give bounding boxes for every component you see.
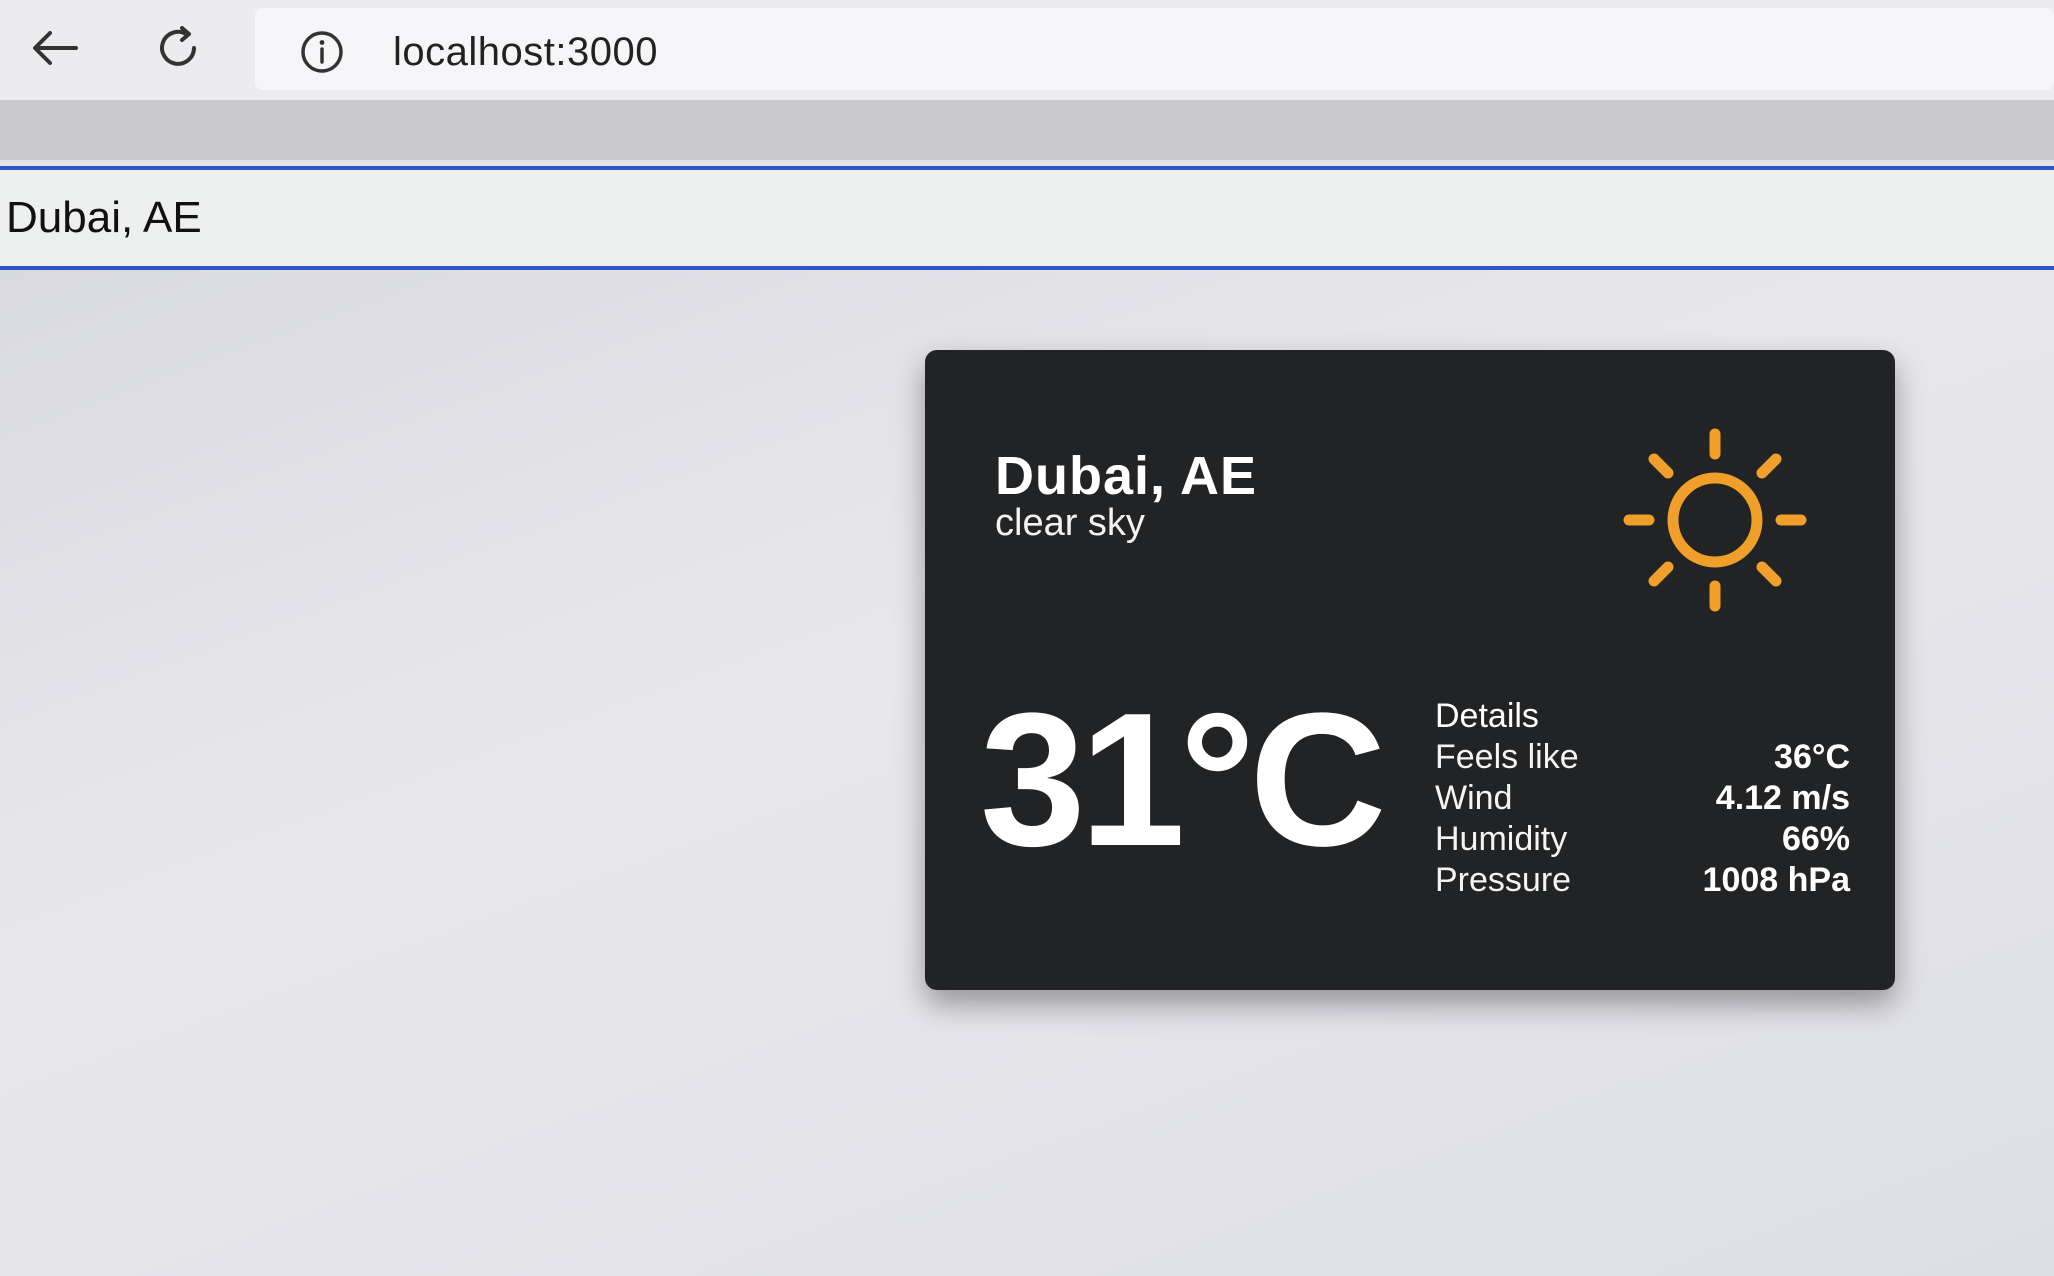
info-icon[interactable] — [300, 30, 344, 74]
detail-label: Wind — [1435, 779, 1513, 817]
detail-row-feels-like: Feels like 36°C — [1435, 737, 1850, 778]
temperature: 31°C — [980, 674, 1387, 886]
detail-label: Humidity — [1435, 820, 1568, 858]
detail-row-pressure: Pressure 1008 hPa — [1435, 860, 1850, 901]
detail-label: Pressure — [1435, 861, 1572, 899]
weather-description: clear sky — [995, 502, 1145, 544]
reload-icon — [160, 26, 196, 66]
city-name: Dubai, AE — [995, 446, 1258, 506]
detail-row-humidity: Humidity 66% — [1435, 819, 1850, 860]
details-header: Details — [1435, 697, 1539, 735]
reload-button[interactable] — [148, 18, 208, 78]
weather-card: Dubai, AE clear sky 31°C Details Feels l… — [925, 350, 1895, 990]
detail-label: Feels like — [1435, 738, 1579, 776]
city-search-input[interactable] — [0, 166, 2054, 270]
back-button[interactable] — [25, 18, 85, 78]
url-text[interactable]: localhost:3000 — [393, 30, 658, 75]
detail-value: 1008 hPa — [1702, 861, 1850, 899]
toolbar-strip — [0, 100, 2054, 160]
detail-row-wind: Wind 4.12 m/s — [1435, 778, 1850, 819]
detail-value: 4.12 m/s — [1715, 779, 1850, 817]
browser-toolbar: localhost:3000 — [0, 0, 2054, 100]
detail-value: 66% — [1781, 820, 1850, 858]
sun-icon — [1623, 428, 1807, 612]
back-arrow-icon — [33, 31, 78, 65]
detail-value: 36°C — [1774, 738, 1850, 776]
details-panel: Details Feels like 36°C Wind 4.12 m/s Hu… — [1435, 695, 1850, 901]
